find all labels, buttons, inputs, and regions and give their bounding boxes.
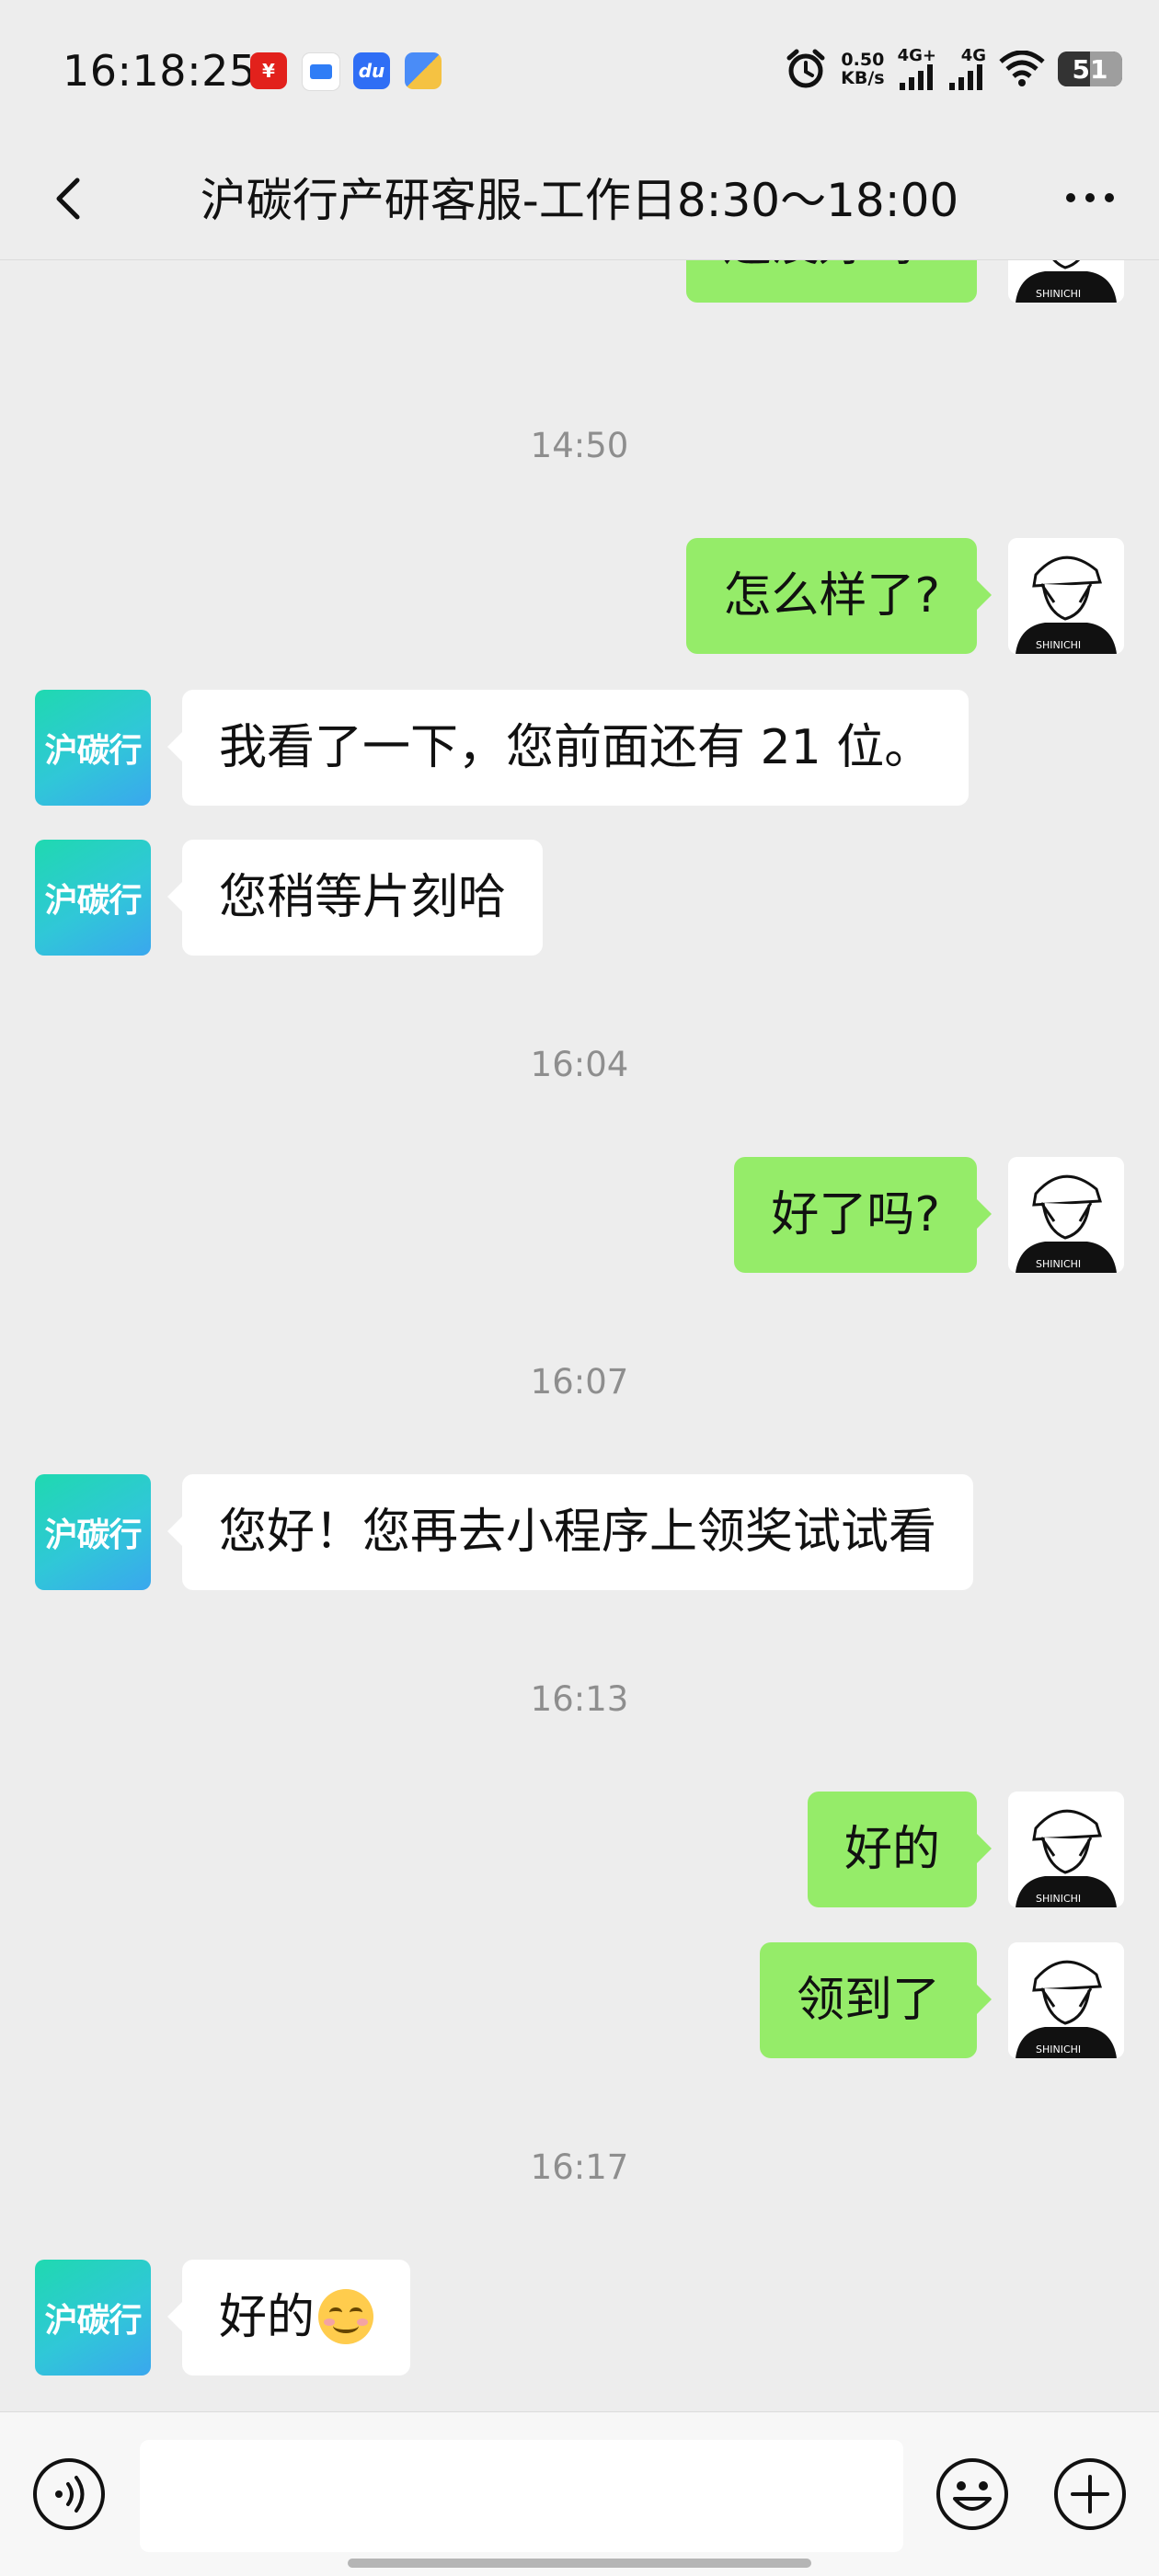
message-row: 领到了 SHINICHI — [0, 1942, 1159, 2058]
incoming-message-bubble[interactable]: 我看了一下，您前面还有 21 位。 — [166, 690, 970, 806]
battery-level: 51 — [1072, 54, 1108, 85]
outgoing-message-bubble[interactable]: 好了吗? — [734, 1157, 992, 1273]
back-button[interactable] — [37, 166, 101, 230]
more-options-button[interactable] — [1049, 166, 1131, 230]
svg-text:SHINICHI: SHINICHI — [1036, 639, 1081, 651]
plus-icon[interactable] — [1052, 2456, 1128, 2532]
message-row: 好的 SHINICHI — [0, 1792, 1159, 1907]
svg-text:SHINICHI: SHINICHI — [1036, 1258, 1081, 1270]
user-avatar-image: SHINICHI — [1008, 1942, 1124, 2058]
chat-title: 沪碳行产研客服-工作日8:30～18:00 — [200, 174, 959, 227]
alarm-icon — [786, 49, 825, 88]
bank-app-icon: ¥ — [250, 52, 287, 89]
message-timestamp: 16:13 — [530, 1679, 629, 1719]
message-app-icon — [302, 52, 340, 91]
emoji-icon[interactable] — [935, 2456, 1010, 2532]
service-avatar-logo: 沪碳行 — [44, 732, 142, 770]
outgoing-message-bubble[interactable]: 还没好吗? — [686, 260, 977, 303]
chat-header: 沪碳行产研客服-工作日8:30～18:00 — [0, 138, 1159, 260]
message-text: 好的 — [219, 2290, 316, 2345]
user-avatar[interactable]: SHINICHI — [1008, 1157, 1124, 1273]
message-timestamp: 16:04 — [530, 1045, 629, 1084]
network-speed-unit: KB/s — [841, 68, 885, 88]
status-time: 16:18:25 — [63, 46, 257, 96]
sim1-label: 4G+ — [897, 46, 936, 65]
user-avatar-image: SHINICHI — [1008, 538, 1124, 654]
more-dot-icon — [1085, 193, 1095, 202]
input-bar — [0, 2411, 1159, 2576]
network-speed: 0.50 KB/s — [841, 51, 884, 87]
signal-bars-icon — [949, 64, 982, 90]
baidu-app-icon: du — [353, 52, 390, 89]
outgoing-message-bubble[interactable]: 怎么样了? — [686, 538, 992, 654]
network-speed-value: 0.50 — [841, 50, 885, 70]
outgoing-message-bubble[interactable]: 领到了 — [759, 1942, 993, 2058]
smiling-face-emoji — [318, 2289, 374, 2344]
message-row: 怎么样了? SHINICHI — [0, 538, 1159, 654]
incoming-message-bubble[interactable]: 您稍等片刻哈 — [166, 840, 544, 956]
service-avatar[interactable]: 沪碳行 — [35, 1474, 151, 1590]
outgoing-message-bubble[interactable]: 好的 — [807, 1792, 993, 1907]
message-row: 沪碳行 您好！您再去小程序上领奖试试看 — [0, 1474, 1159, 1590]
message-input[interactable] — [140, 2440, 903, 2552]
status-bar: 16:18:25 ¥ du 0.50 KB/s 4G+ 4G 51 — [0, 0, 1159, 138]
service-avatar[interactable]: 沪碳行 — [35, 840, 151, 956]
user-avatar[interactable]: SHINICHI — [1008, 1792, 1124, 1907]
sim2-label: 4G — [960, 46, 986, 65]
message-row: 还没好吗? SHINICHI — [0, 260, 1159, 303]
user-avatar[interactable]: SHINICHI — [1008, 538, 1124, 654]
service-avatar[interactable]: 沪碳行 — [35, 2260, 151, 2376]
home-indicator[interactable] — [348, 2559, 811, 2568]
sim1-signal: 4G+ — [898, 48, 936, 90]
service-avatar[interactable]: 沪碳行 — [35, 690, 151, 806]
message-row: 沪碳行 我看了一下，您前面还有 21 位。 — [0, 690, 1159, 806]
more-dot-icon — [1105, 193, 1114, 202]
user-avatar-image: SHINICHI — [1008, 1157, 1124, 1273]
message-timestamp: 14:50 — [530, 426, 629, 465]
service-avatar-logo: 沪碳行 — [44, 882, 142, 920]
service-avatar-logo: 沪碳行 — [44, 2302, 142, 2340]
chevron-left-icon — [56, 177, 80, 220]
user-avatar[interactable]: SHINICHI — [1008, 260, 1124, 303]
sim2-signal: 4G — [949, 48, 986, 90]
more-dot-icon — [1066, 193, 1075, 202]
svg-text:SHINICHI: SHINICHI — [1036, 2044, 1081, 2055]
message-row: 沪碳行 您稍等片刻哈 — [0, 840, 1159, 956]
message-timestamp: 16:07 — [530, 1362, 629, 1402]
svg-text:SHINICHI: SHINICHI — [1036, 288, 1081, 300]
message-row: 沪碳行 好的 — [0, 2260, 1159, 2376]
wifi-icon — [999, 51, 1045, 86]
user-avatar-image: SHINICHI — [1008, 1792, 1124, 1907]
svg-text:SHINICHI: SHINICHI — [1036, 1893, 1081, 1905]
battery-indicator: 51 — [1058, 52, 1122, 86]
incoming-message-bubble[interactable]: 好的 — [166, 2260, 411, 2376]
user-avatar[interactable]: SHINICHI — [1008, 1942, 1124, 2058]
message-list[interactable]: 还没好吗? SHINICHI 14:50 怎么样了? SHINICHI — [0, 260, 1159, 2412]
message-row: 好了吗? SHINICHI — [0, 1157, 1159, 1273]
user-avatar-image: SHINICHI — [1008, 260, 1124, 303]
voice-icon[interactable] — [31, 2456, 107, 2532]
incoming-message-bubble[interactable]: 您好！您再去小程序上领奖试试看 — [166, 1474, 974, 1590]
signal-bars-icon — [900, 64, 933, 90]
service-avatar-logo: 沪碳行 — [44, 1517, 142, 1554]
files-app-icon — [405, 52, 442, 89]
message-timestamp: 16:17 — [530, 2147, 629, 2187]
